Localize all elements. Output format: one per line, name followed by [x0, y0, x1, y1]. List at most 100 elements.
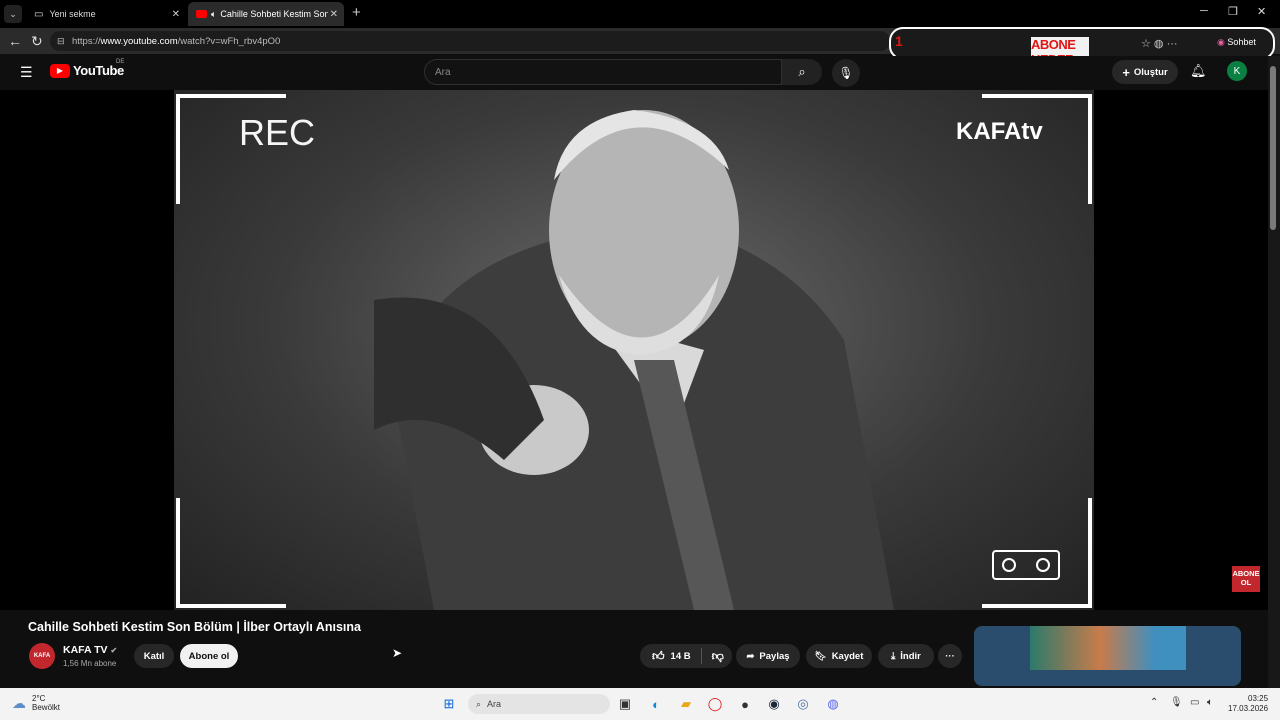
file-explorer-icon[interactable]: ▰: [675, 693, 697, 715]
video-subject-image: [374, 110, 894, 610]
avatar[interactable]: K: [1227, 61, 1247, 81]
browser-icon[interactable]: ◎: [792, 693, 814, 715]
thumbs-up-icon: 👍︎: [652, 648, 665, 663]
share-label: Paylaş: [759, 650, 790, 662]
download-button[interactable]: ⤓ İndir: [878, 644, 934, 668]
youtube-play-icon: ▶: [50, 63, 70, 78]
youtube-logo[interactable]: ▶ YouTube DE: [50, 59, 124, 78]
frame-corner: [982, 94, 1092, 204]
channel-name[interactable]: KAFA TV ✔: [63, 644, 117, 656]
restore-icon[interactable]: ❐: [1228, 5, 1238, 18]
close-icon[interactable]: ✕: [330, 9, 338, 20]
share-icon: ➦: [746, 650, 755, 662]
url-host: www.youtube.com: [100, 35, 178, 47]
back-icon[interactable]: ←: [8, 33, 22, 49]
rec-label: REC: [239, 112, 316, 153]
like-count: 14 B: [670, 650, 691, 662]
mouse-cursor-icon: ➤: [392, 646, 403, 660]
region-code: DE: [116, 59, 125, 65]
kafatv-logo: KAFAtv: [956, 118, 1043, 145]
create-button[interactable]: + Oluştur: [1112, 60, 1178, 84]
search-input[interactable]: Ara: [424, 59, 782, 85]
subscribe-watermark[interactable]: ABONE OL: [1232, 566, 1260, 592]
task-view-icon[interactable]: ▣: [614, 693, 636, 715]
network-icon[interactable]: ▭: [1190, 697, 1199, 708]
search-icon: ⌕: [476, 698, 482, 709]
temperature: 2°C: [32, 694, 46, 703]
speaker-icon[interactable]: 🔈︎: [211, 9, 216, 20]
time: 03:25: [1248, 694, 1269, 703]
close-window-icon[interactable]: ✕: [1257, 5, 1266, 18]
menu-icon[interactable]: ☰: [20, 64, 33, 81]
save-label: Kaydet: [831, 650, 864, 662]
microphone-icon[interactable]: 🎙︎: [832, 59, 860, 87]
date: 17.03.2026: [1228, 704, 1269, 713]
favorites-icon[interactable]: ☆ ◍ ···: [1141, 37, 1178, 50]
discord-icon[interactable]: ◍: [822, 693, 844, 715]
reload-icon[interactable]: ↻: [31, 33, 43, 50]
share-button[interactable]: ➦ Paylaş: [736, 644, 800, 668]
windows-taskbar: ☁ 2°C Bewölkt ⊞ ⌕ Ara ▣ ◐ ▰ ◯ ● ◉ ◎ ◍ ⌃ 🎙…: [0, 688, 1280, 720]
youtube-header: ☰ ▶ YouTube DE Ara ⌕ 🎙︎ + Oluştur 🔔︎ K: [0, 56, 1280, 88]
tab-label: Cahille Sohbeti Kestim Son Bölüm: [220, 9, 329, 19]
notifications-bell-icon[interactable]: 🔔︎: [1190, 63, 1207, 79]
subscribe-button[interactable]: Abone ol: [180, 644, 238, 668]
site-info-icon[interactable]: ⊟: [57, 36, 65, 47]
copilot-icon: ◉: [1217, 37, 1225, 47]
tab-new-tab[interactable]: ▭ Yeni sekme ✕: [26, 2, 186, 26]
edge-icon[interactable]: ◐: [645, 693, 667, 715]
bookmark-icon: 🔖︎: [814, 650, 827, 662]
related-video-thumbnail: [1030, 626, 1186, 670]
tab-label: Yeni sekme: [49, 9, 96, 19]
opera-icon[interactable]: ◯: [704, 693, 726, 715]
subscriber-count: 1,56 Mn abone: [63, 659, 117, 668]
tab-youtube[interactable]: 🔈︎ Cahille Sohbeti Kestim Son Bölüm ✕: [188, 2, 344, 26]
copilot-chat-button[interactable]: ◉ Sohbet: [1217, 37, 1256, 48]
overlay-number: 1: [895, 33, 903, 49]
youtube-favicon-icon: [196, 10, 207, 18]
tab-actions-button[interactable]: ⌄: [4, 5, 22, 23]
join-button[interactable]: Katıl: [134, 644, 174, 668]
thumbs-down-icon[interactable]: 👎︎: [712, 649, 724, 664]
clock[interactable]: 03:25 17.03.2026: [1228, 694, 1268, 714]
video-frame: REC KAFAtv: [174, 90, 1094, 610]
channel-name-text: KAFA TV: [63, 644, 108, 656]
download-label: İndir: [900, 650, 921, 662]
weather-widget[interactable]: ☁ 2°C Bewölkt: [12, 694, 60, 712]
frame-corner: [176, 498, 286, 608]
tape-icon: [992, 550, 1060, 580]
url-prefix: https://: [72, 35, 101, 47]
taskbar-search-placeholder: Ara: [487, 699, 502, 709]
url-path: /watch?v=wFh_rbv4pO0: [177, 35, 281, 47]
microphone-icon[interactable]: 🎙︎: [1170, 697, 1183, 708]
video-player[interactable]: REC KAFAtv: [0, 90, 1268, 610]
address-bar[interactable]: ⊟ https://www.youtube.com/watch?v=wFh_rb…: [50, 31, 890, 51]
browser-tab-bar: ⌄ ▭ Yeni sekme ✕ 🔈︎ Cahille Sohbeti Kest…: [0, 0, 1280, 28]
weather-description: Bewölkt: [32, 703, 61, 712]
more-actions-icon[interactable]: ···: [938, 644, 962, 668]
taskbar-search[interactable]: ⌕ Ara: [468, 694, 610, 714]
steam-icon[interactable]: ◉: [763, 693, 785, 715]
divider: [700, 648, 702, 664]
start-icon[interactable]: ⊞: [438, 693, 460, 715]
search-icon[interactable]: ⌕: [782, 59, 822, 85]
cloud-icon: ☁: [12, 694, 26, 711]
related-video-card[interactable]: [974, 626, 1241, 686]
scrollbar-thumb[interactable]: [1270, 66, 1276, 230]
create-label: Oluştur: [1133, 66, 1168, 78]
channel-avatar[interactable]: KAFA: [29, 643, 55, 669]
volume-icon[interactable]: 🔈︎: [1207, 697, 1213, 708]
save-button[interactable]: 🔖︎ Kaydet: [806, 644, 872, 668]
app-icon[interactable]: ●: [734, 693, 756, 715]
video-title: Cahille Sohbeti Kestim Son Bölüm | İlber…: [28, 620, 361, 634]
verified-icon: ✔: [110, 646, 118, 655]
plus-icon: +: [1122, 64, 1130, 80]
minimize-icon[interactable]: ─: [1200, 5, 1208, 17]
chevron-up-icon[interactable]: ⌃: [1150, 697, 1158, 708]
new-tab-button[interactable]: +: [352, 4, 361, 21]
chat-label: Sohbet: [1227, 37, 1256, 47]
tab-page-icon: ▭: [34, 8, 44, 20]
logo-text: YouTube: [73, 63, 124, 78]
close-icon[interactable]: ✕: [172, 9, 180, 20]
like-button[interactable]: 👍︎ 14 B 👎︎: [640, 644, 732, 668]
